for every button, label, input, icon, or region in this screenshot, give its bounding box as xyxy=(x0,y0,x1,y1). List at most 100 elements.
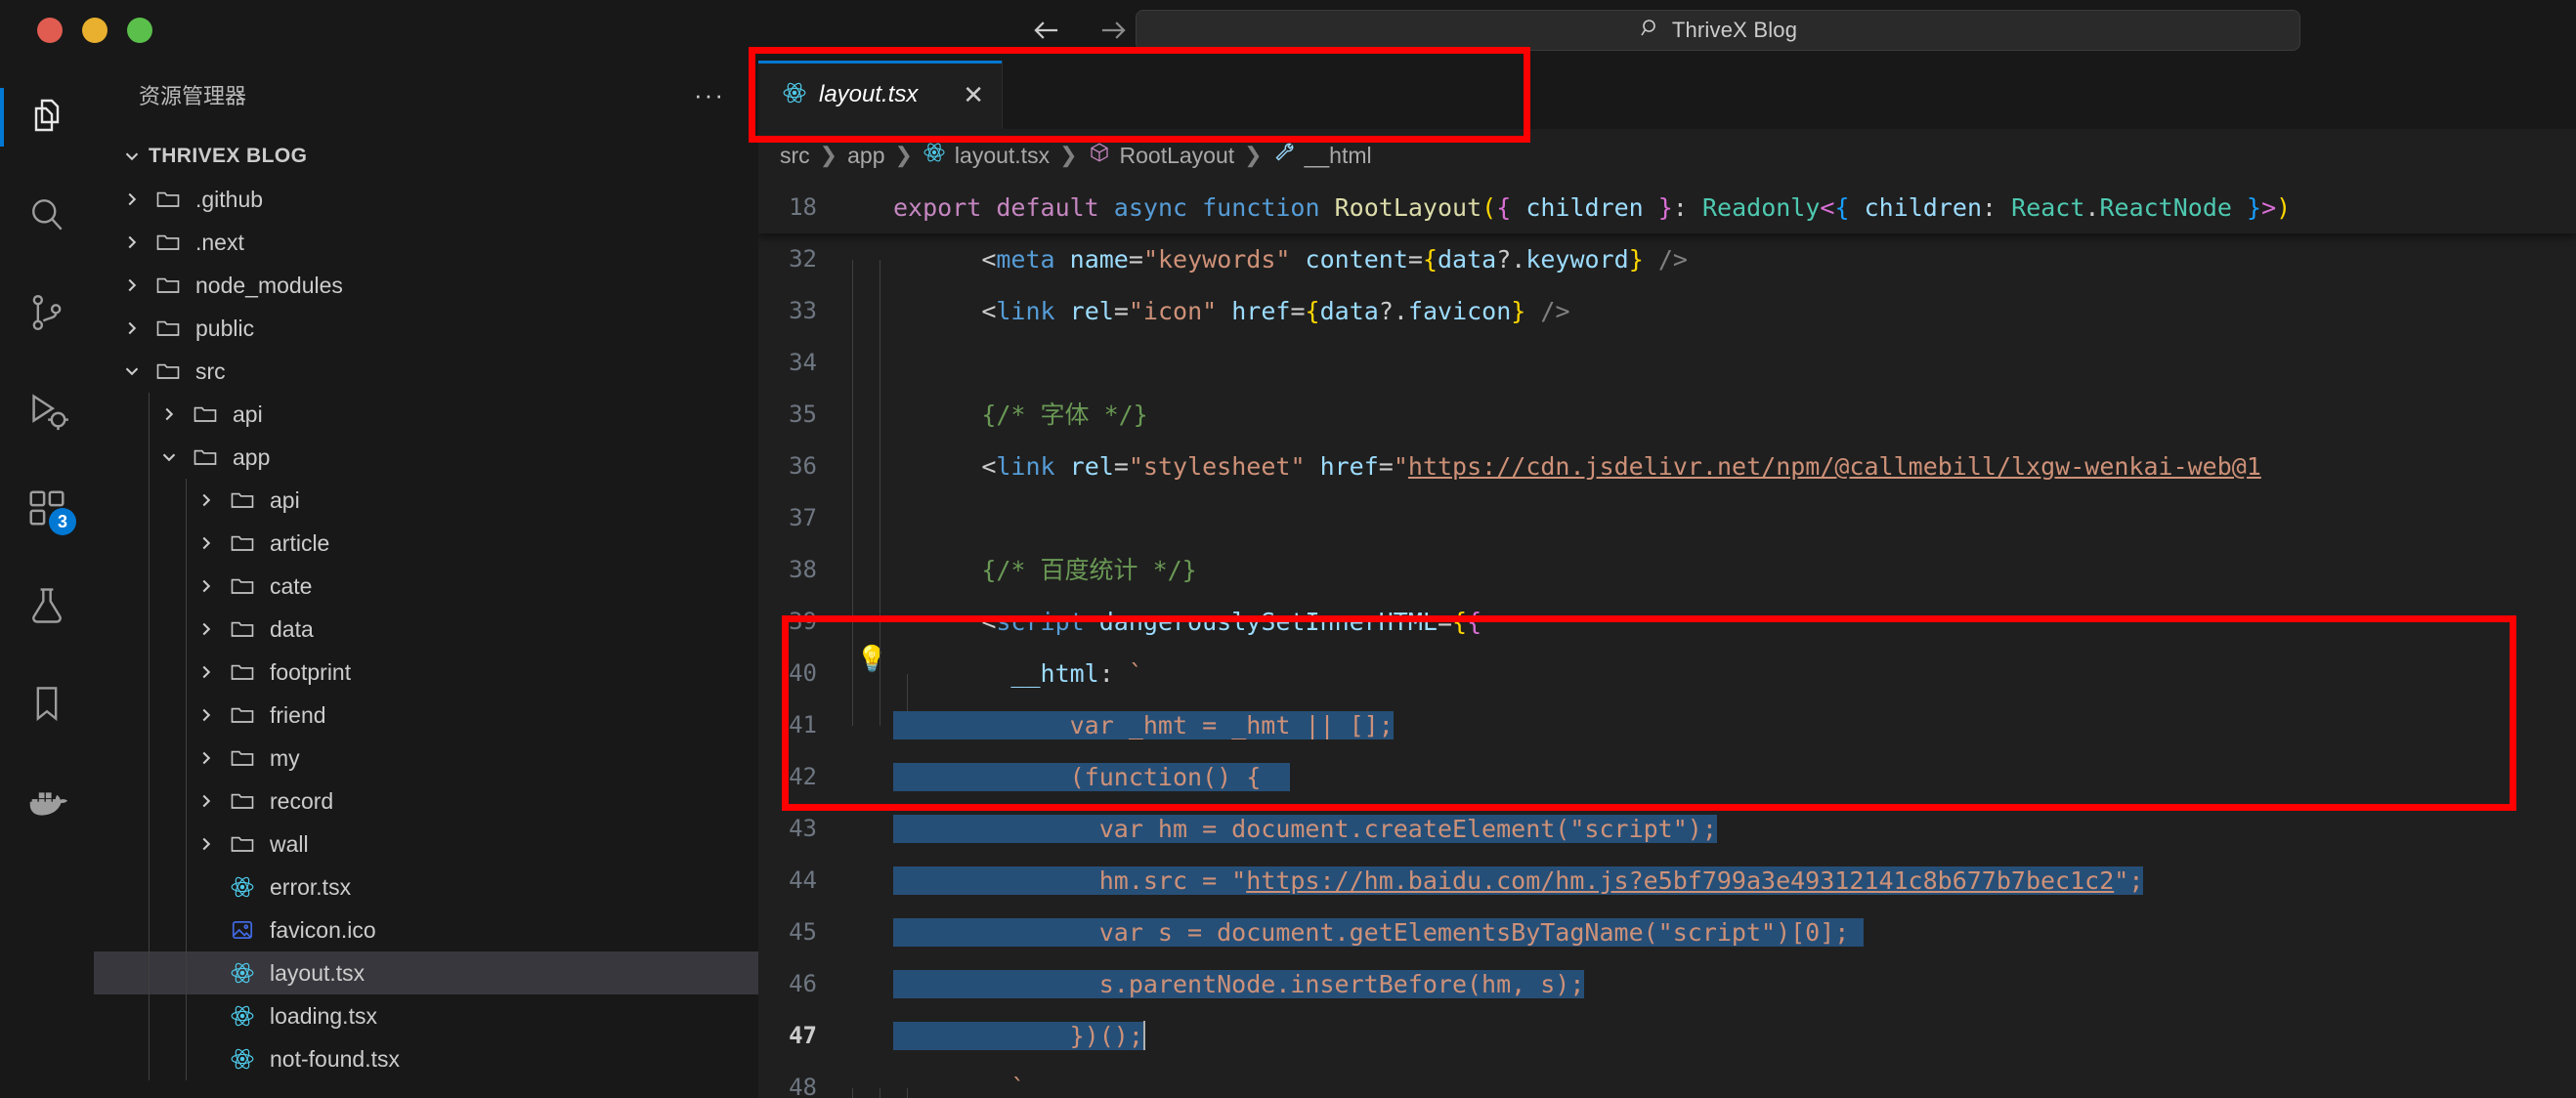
tree-row--github[interactable]: .github xyxy=(94,178,758,221)
tree-row-node-modules[interactable]: node_modules xyxy=(94,264,758,307)
chevron-right-icon[interactable] xyxy=(190,532,223,554)
sticky-scroll-line[interactable]: 18 export default async function RootLay… xyxy=(758,182,2576,233)
breadcrumb-item-html[interactable]: __html xyxy=(1272,141,1372,170)
activity-item-extensions[interactable]: 3 xyxy=(16,477,78,539)
tree-row-friend[interactable]: friend xyxy=(94,694,758,737)
more-actions-icon[interactable]: ··· xyxy=(694,82,725,107)
code-line-selected[interactable]: 45 var s = document.getElementsByTagName… xyxy=(758,907,2576,958)
activity-item-explorer[interactable] xyxy=(0,86,78,148)
code-line-selected[interactable]: 44 hm.src = "https://hm.baidu.com/hm.js?… xyxy=(758,855,2576,907)
tab-layout-tsx[interactable]: layout.tsx ✕ xyxy=(758,61,1003,129)
minimize-window-button[interactable] xyxy=(82,18,107,43)
tree-row-record[interactable]: record xyxy=(94,780,758,823)
tree-row-not-found-tsx[interactable]: not-found.tsx xyxy=(94,1037,758,1080)
tree-item-label: wall xyxy=(270,830,309,857)
activity-item-search[interactable] xyxy=(16,184,78,246)
activity-item-docker[interactable] xyxy=(16,770,78,832)
code-line[interactable]: 48 ` xyxy=(758,1062,2576,1098)
tree-row--next[interactable]: .next xyxy=(94,221,758,264)
code-editor[interactable]: 18 export default async function RootLay… xyxy=(758,182,2576,1098)
line-number: 40 xyxy=(789,659,817,687)
traffic-lights xyxy=(0,18,152,43)
chevron-right-icon[interactable] xyxy=(190,661,223,683)
code-line[interactable]: 37 xyxy=(758,492,2576,570)
code-line[interactable]: 38 {/* 百度统计 */} xyxy=(758,544,2576,622)
tree-row-loading-tsx[interactable]: loading.tsx xyxy=(94,994,758,1037)
line-number: 37 xyxy=(789,504,817,531)
activity-item-run-and-debug[interactable] xyxy=(16,379,78,442)
tree-row-my[interactable]: my xyxy=(94,737,758,780)
chevron-right-icon[interactable] xyxy=(190,790,223,812)
baidu-script-link[interactable]: https://hm.baidu.com/hm.js?e5bf799a3e493… xyxy=(1246,866,2114,895)
tree-row-root[interactable]: THRIVEX BLOG xyxy=(94,135,758,178)
tree-row-public[interactable]: public xyxy=(94,307,758,350)
breadcrumb-item-rootlayout[interactable]: RootLayout xyxy=(1088,141,1235,170)
chevron-right-icon[interactable] xyxy=(115,232,149,253)
chevron-right-icon[interactable] xyxy=(115,189,149,210)
chevron-right-icon[interactable] xyxy=(190,575,223,597)
arrow-right-icon[interactable] xyxy=(1095,12,1132,49)
chevron-down-icon[interactable] xyxy=(115,146,149,167)
activity-item-bookmarks[interactable] xyxy=(16,672,78,735)
code-line[interactable]: 32 <meta name="keywords" content={data?.… xyxy=(758,233,2576,312)
code-line-selected[interactable]: 43 var hm = document.createElement("scri… xyxy=(758,803,2576,855)
code-line[interactable]: 35 {/* 字体 */} xyxy=(758,389,2576,467)
breadcrumb-label: RootLayout xyxy=(1119,142,1235,168)
folder-icon xyxy=(223,787,262,815)
source-control-icon xyxy=(25,291,68,334)
tree-row-src[interactable]: src xyxy=(94,350,758,393)
code-line-selected[interactable]: 47 })(); xyxy=(758,1010,2576,1062)
tree-row-layout-tsx[interactable]: layout.tsx xyxy=(94,951,758,994)
breadcrumb-item-layout-tsx[interactable]: layout.tsx xyxy=(923,141,1050,170)
tree-item-label: not-found.tsx xyxy=(270,1045,400,1072)
tree-row-data[interactable]: data xyxy=(94,608,758,651)
breadcrumb-item-src[interactable]: src xyxy=(780,143,810,169)
tab-bar-empty-space xyxy=(1003,61,2576,129)
react-icon xyxy=(923,141,946,170)
code-line[interactable]: 36 <link rel="stylesheet" href="https://… xyxy=(758,441,2576,519)
chevron-right-icon[interactable] xyxy=(152,403,186,425)
tree-row-api[interactable]: api xyxy=(94,479,758,522)
chevron-right-icon[interactable] xyxy=(190,704,223,726)
chevron-down-icon[interactable] xyxy=(152,446,186,468)
line-number: 44 xyxy=(789,866,817,894)
chevron-right-icon[interactable] xyxy=(190,833,223,855)
chevron-right-icon[interactable] xyxy=(115,274,149,296)
code-line[interactable]: 40 __html: ` xyxy=(758,648,2576,726)
code-line[interactable]: 34 xyxy=(758,337,2576,415)
lightbulb-icon[interactable]: 💡 xyxy=(856,634,887,686)
chevron-down-icon[interactable] xyxy=(115,360,149,382)
maximize-window-button[interactable] xyxy=(127,18,152,43)
tree-row-app[interactable]: app xyxy=(94,436,758,479)
chevron-right-icon[interactable] xyxy=(115,317,149,339)
close-icon[interactable]: ✕ xyxy=(963,82,984,107)
chevron-right-icon[interactable] xyxy=(190,747,223,769)
font-cdn-link[interactable]: https://cdn.jsdelivr.net/npm/@callmebill… xyxy=(1408,452,2261,481)
code-line[interactable]: 39 <script dangerouslySetInnerHTML={{ xyxy=(758,596,2576,674)
chevron-right-icon: ❯ xyxy=(819,143,838,167)
tree-row-wall[interactable]: wall xyxy=(94,823,758,866)
arrow-left-icon[interactable] xyxy=(1028,12,1065,49)
tree-row-error-tsx[interactable]: error.tsx xyxy=(94,866,758,908)
tree-item-label: src xyxy=(195,358,226,384)
code-line-selected[interactable]: 46 s.parentNode.insertBefore(hm, s); xyxy=(758,958,2576,1010)
tree-row-article[interactable]: article xyxy=(94,522,758,565)
chevron-right-icon[interactable] xyxy=(190,489,223,511)
code-line[interactable]: 33 <link rel="icon" href={data?.favicon}… xyxy=(758,285,2576,363)
tree-row-cate[interactable]: cate xyxy=(94,565,758,608)
editor-group: layout.tsx ✕ src ❯ app ❯ layout.tsx ❯ Ro… xyxy=(758,61,2576,1098)
activity-item-source-control[interactable] xyxy=(16,281,78,344)
chevron-right-icon[interactable] xyxy=(190,618,223,640)
command-center-search[interactable]: ThriveX Blog xyxy=(1136,10,2300,51)
tree-item-label: cate xyxy=(270,572,313,599)
close-window-button[interactable] xyxy=(37,18,63,43)
tree-row-favicon-ico[interactable]: favicon.ico xyxy=(94,908,758,951)
code-line-selected[interactable]: 42 (function() { xyxy=(758,751,2576,803)
symbol-property-icon xyxy=(1272,141,1296,170)
tree-row-api[interactable]: api xyxy=(94,393,758,436)
code-line-selected[interactable]: 41 💡 var _hmt = _hmt || []; xyxy=(758,621,2576,751)
breadcrumb-label: app xyxy=(847,142,885,168)
tree-row-footprint[interactable]: footprint xyxy=(94,651,758,694)
breadcrumb-item-app[interactable]: app xyxy=(847,143,884,169)
activity-item-testing[interactable] xyxy=(16,574,78,637)
